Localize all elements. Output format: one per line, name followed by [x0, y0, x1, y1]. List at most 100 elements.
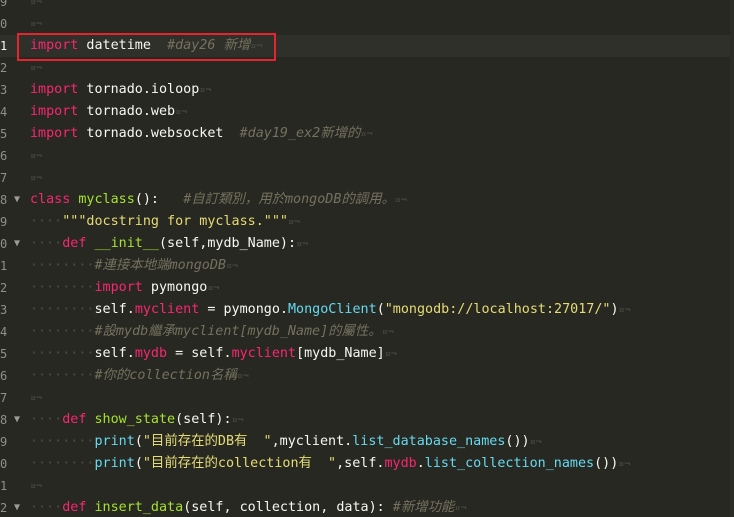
- code-line[interactable]: 7 ¤¬: [0, 167, 734, 189]
- code-line[interactable]: 7 ¤¬: [0, 387, 734, 409]
- code-text[interactable]: ¤¬: [30, 387, 42, 410]
- code-token: (: [376, 302, 385, 317]
- code-line[interactable]: 0 ¤¬: [0, 13, 734, 35]
- code-text[interactable]: ········print("目前存在的collection有 ",self.m…: [30, 453, 630, 476]
- code-token: import: [30, 104, 79, 119]
- code-token: ········: [30, 302, 95, 317]
- code-token: self.: [94, 302, 135, 317]
- code-line[interactable]: 5 import tornado.websocket #day19_ex2新增的¤…: [0, 123, 734, 145]
- line-number: 0: [0, 457, 8, 471]
- line-number: 2: [0, 281, 8, 295]
- fold-toggle-icon[interactable]: ▼: [14, 233, 24, 255]
- line-number: 1: [0, 479, 8, 493]
- code-token: (: [134, 434, 143, 449]
- code-text[interactable]: ¤¬: [30, 57, 42, 80]
- end-of-line-marker: ¤¬: [384, 349, 397, 360]
- code-token: ····: [30, 214, 63, 229]
- code-text[interactable]: class myclass(): #自訂類別，用於mongoDB的調用。¤¬: [30, 189, 407, 212]
- line-number: 1: [0, 39, 8, 53]
- code-text[interactable]: ········import pymongo¤¬: [30, 277, 219, 300]
- code-text[interactable]: ········#你的collection名稱¤¬: [30, 365, 249, 388]
- code-line[interactable]: 2 ········import pymongo¤¬: [0, 277, 734, 299]
- code-line[interactable]: 3 import tornado.ioloop¤¬: [0, 79, 734, 101]
- code-token: ········: [30, 324, 95, 339]
- fold-toggle-icon[interactable]: ▼: [14, 189, 24, 211]
- code-text[interactable]: ¤¬: [30, 145, 42, 168]
- code-token: "目前存在的collection有 ": [142, 456, 337, 471]
- code-line[interactable]: 0 ········print("目前存在的collection有 ",self.…: [0, 453, 734, 475]
- code-text[interactable]: import tornado.web¤¬: [30, 101, 187, 124]
- code-token: ········: [30, 456, 95, 471]
- code-lines[interactable]: 9 ¤¬ 0 ¤¬ 1 import datetime #day26 新增¤¬ 2 ¤¬ 3 im…: [0, 0, 734, 517]
- line-number: 2: [0, 61, 8, 75]
- code-line[interactable]: 8 ▼ class myclass(): #自訂類別，用於mongoDB的調用。¤¬: [0, 189, 734, 211]
- code-line[interactable]: 1 ¤¬: [0, 475, 734, 497]
- code-text[interactable]: ····def __init__(self,mydb_Name):¤¬: [30, 233, 308, 256]
- end-of-line-marker: ¤¬: [30, 173, 43, 184]
- code-text[interactable]: ¤¬: [30, 0, 42, 14]
- code-text[interactable]: ········self.mydb = self.myclient[mydb_N…: [30, 343, 397, 366]
- code-text[interactable]: ········self.myclient = pymongo.MongoCli…: [30, 299, 631, 322]
- code-token: """docstring for myclass.""": [62, 214, 288, 229]
- code-line[interactable]: 6 ········#你的collection名稱¤¬: [0, 365, 734, 387]
- code-line[interactable]: 1 ········#連接本地端mongoDB¤¬: [0, 255, 734, 277]
- end-of-line-marker: ¤¬: [30, 151, 43, 162]
- code-text[interactable]: ········print("目前存在的DB有 ",myclient.list_…: [30, 431, 542, 454]
- code-token: list_collection_names: [424, 456, 595, 471]
- code-line[interactable]: 4 import tornado.web¤¬: [0, 101, 734, 123]
- end-of-line-marker: ¤¬: [618, 305, 631, 316]
- code-text[interactable]: import tornado.websocket #day19_ex2新增的¤¬: [30, 123, 372, 146]
- line-number: 6: [0, 369, 8, 383]
- code-text[interactable]: ¤¬: [30, 475, 42, 498]
- code-text[interactable]: ········#連接本地端mongoDB¤¬: [30, 255, 238, 278]
- code-token: ,self.: [336, 456, 385, 471]
- vertical-scrollbar[interactable]: [730, 0, 734, 517]
- code-line[interactable]: 9 ········print("目前存在的DB有 ",myclient.list…: [0, 431, 734, 453]
- end-of-line-marker: ¤¬: [529, 437, 542, 448]
- code-line[interactable]: 2 ▼ ····def insert_data(self, collection, …: [0, 497, 734, 517]
- code-line[interactable]: 3 ········self.myclient = pymongo.MongoCl…: [0, 299, 734, 321]
- code-token: ········: [30, 280, 95, 295]
- code-token: __init__: [94, 236, 160, 251]
- code-token: mydb: [384, 456, 417, 471]
- code-text[interactable]: ¤¬: [30, 167, 42, 190]
- code-token: tornado.ioloop: [78, 82, 200, 97]
- line-number: 2: [0, 501, 8, 515]
- end-of-line-marker: ¤¬: [30, 393, 43, 404]
- code-line[interactable]: 1 import datetime #day26 新增¤¬: [0, 35, 734, 57]
- fold-toggle-icon[interactable]: ▼: [14, 497, 24, 517]
- code-text[interactable]: ····def show_state(self):¤¬: [30, 409, 244, 432]
- end-of-line-marker: ¤¬: [199, 85, 212, 96]
- code-token: #連接本地端mongoDB: [94, 258, 226, 273]
- code-text[interactable]: import tornado.ioloop¤¬: [30, 79, 211, 102]
- code-line[interactable]: 8 ▼ ····def show_state(self):¤¬: [0, 409, 734, 431]
- line-number: 4: [0, 325, 8, 339]
- code-editor[interactable]: 9 ¤¬ 0 ¤¬ 1 import datetime #day26 新增¤¬ 2 ¤¬ 3 im…: [0, 0, 734, 517]
- code-token: [mydb_Name]: [296, 346, 385, 361]
- code-line[interactable]: 9 ····"""docstring for myclass."""¤¬: [0, 211, 734, 233]
- code-line[interactable]: 4 ········#設mydb繼承myclient[mydb_Name]的屬性。…: [0, 321, 734, 343]
- code-text[interactable]: ····"""docstring for myclass."""¤¬: [30, 211, 300, 234]
- line-number: 7: [0, 391, 8, 405]
- code-token: tornado.web: [78, 104, 176, 119]
- code-line[interactable]: 2 ¤¬: [0, 57, 734, 79]
- end-of-line-marker: ¤¬: [360, 129, 373, 140]
- code-line[interactable]: 5 ········self.mydb = self.myclient[mydb_…: [0, 343, 734, 365]
- code-token: def: [62, 236, 87, 251]
- code-token: ,myclient.: [271, 434, 353, 449]
- end-of-line-marker: ¤¬: [30, 63, 43, 74]
- code-token: = self.: [167, 346, 232, 361]
- fold-toggle-icon[interactable]: ▼: [14, 409, 24, 431]
- code-line[interactable]: 0 ▼ ····def __init__(self,mydb_Name):¤¬: [0, 233, 734, 255]
- code-text[interactable]: ········#設mydb繼承myclient[mydb_Name]的屬性。¤…: [30, 321, 394, 344]
- code-text[interactable]: ¤¬: [30, 13, 42, 36]
- line-number: 6: [0, 149, 8, 163]
- code-token: ():: [134, 192, 184, 207]
- code-text[interactable]: import datetime #day26 新增¤¬: [30, 35, 262, 58]
- line-number: 4: [0, 105, 8, 119]
- code-line[interactable]: 6 ¤¬: [0, 145, 734, 167]
- code-text[interactable]: ····def insert_data(self, collection, da…: [30, 497, 466, 517]
- code-line[interactable]: 9 ¤¬: [0, 0, 734, 13]
- line-number: 0: [0, 17, 8, 31]
